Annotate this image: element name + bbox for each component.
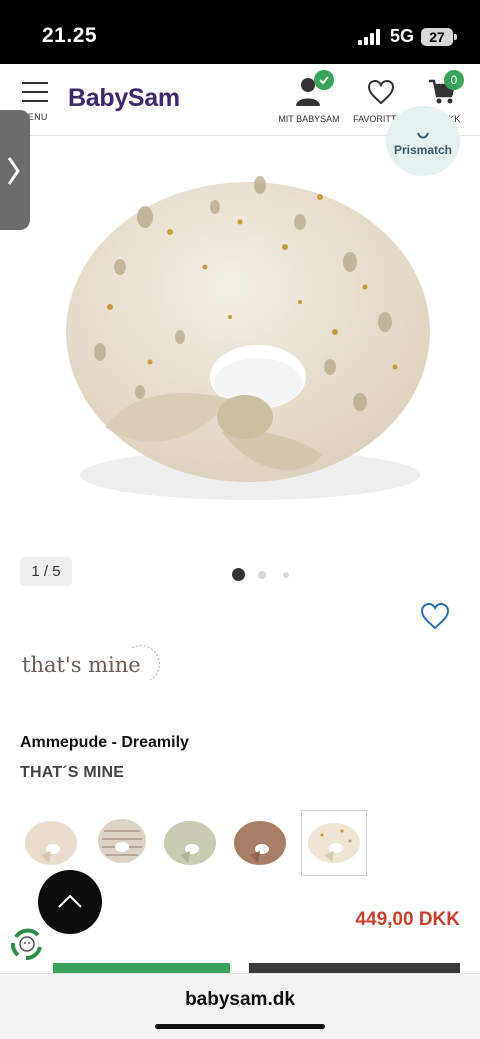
heart-outline-icon xyxy=(420,602,450,630)
add-to-cart-button[interactable] xyxy=(53,963,230,973)
variant-thumbnail xyxy=(164,821,216,865)
chevron-up-icon xyxy=(58,894,82,908)
variant-swatch-brown[interactable] xyxy=(227,810,293,876)
gallery-dot[interactable] xyxy=(258,571,266,579)
gallery-dot-active[interactable] xyxy=(232,568,245,581)
scroll-to-top-button[interactable] xyxy=(38,870,102,934)
product-image[interactable] xyxy=(0,137,480,547)
product-brand[interactable]: THAT´S MINE xyxy=(20,764,124,782)
signal-icon xyxy=(358,29,384,45)
find-in-store-button[interactable] xyxy=(249,963,460,973)
url-text[interactable]: babysam.dk xyxy=(0,989,480,1011)
variant-thumbnail xyxy=(234,821,286,865)
variant-thumbnail xyxy=(308,823,360,863)
variant-thumbnail xyxy=(25,821,77,865)
side-panel-tab[interactable] xyxy=(0,110,30,230)
product-title: Ammepude - Dreamily xyxy=(20,734,189,751)
battery-icon: 27 xyxy=(421,28,453,46)
image-counter: 1 / 5 xyxy=(20,557,72,586)
home-indicator[interactable] xyxy=(155,1024,325,1029)
add-to-favorites-button[interactable] xyxy=(420,602,450,635)
variant-swatch-sage[interactable] xyxy=(157,810,223,876)
heart-icon xyxy=(367,79,395,105)
status-time: 21.25 xyxy=(42,24,98,47)
status-bar: 21.25 5G 27 xyxy=(0,0,480,64)
account-label: MIT BABYSAM xyxy=(278,114,340,124)
variant-swatch-beige[interactable] xyxy=(18,810,84,876)
thats-mine-logo: that's mine xyxy=(22,645,160,681)
product-price: 449,00 DKK xyxy=(355,909,460,930)
recycle-icon xyxy=(10,928,42,960)
network-label: 5G xyxy=(390,26,415,46)
variant-swatch-stripe[interactable] xyxy=(89,810,155,876)
brand-logo-text: that's mine xyxy=(22,653,141,677)
cart-count-badge: 0 xyxy=(444,70,464,90)
battery-nub xyxy=(454,34,457,40)
gallery-dot[interactable] xyxy=(283,572,289,578)
chevron-right-icon xyxy=(7,157,20,185)
variant-swatch-dreamily[interactable] xyxy=(301,810,367,876)
browser-url-bar[interactable]: babysam.dk xyxy=(0,973,480,1039)
site-logo[interactable]: BabySam xyxy=(68,84,180,113)
nursing-pillow-image xyxy=(66,176,430,500)
variant-thumbnail xyxy=(98,819,146,863)
brand-logo[interactable]: that's mine xyxy=(20,640,160,690)
check-badge-icon xyxy=(314,70,334,90)
eco-recycle-icon[interactable] xyxy=(8,925,46,963)
